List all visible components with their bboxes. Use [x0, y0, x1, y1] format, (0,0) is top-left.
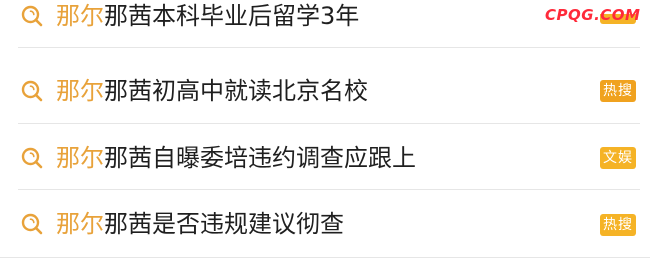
- suggestion-rest: 那茜自曝委培违约调查应跟上: [104, 144, 416, 172]
- search-icon: [21, 147, 43, 169]
- search-icon: [21, 213, 43, 235]
- keyword-highlight: 那尔: [56, 2, 104, 30]
- keyword-highlight: 那尔: [56, 210, 104, 238]
- keyword-highlight: 那尔: [56, 144, 104, 172]
- hot-badge: 热搜: [600, 214, 636, 236]
- search-icon: [21, 5, 43, 27]
- search-suggestion-item[interactable]: 那尔那茜自曝委培违约调查应跟上 文娱: [0, 124, 650, 190]
- divider: [0, 257, 650, 258]
- hot-badge: 热搜: [600, 80, 636, 102]
- suggestion-rest: 那茜本科毕业后留学3年: [104, 2, 360, 30]
- search-suggestion-item[interactable]: 那尔那茜是否违规建议彻查 热搜: [0, 190, 650, 258]
- entertainment-badge: 文娱: [600, 147, 636, 169]
- suggestion-text: 那尔那茜是否违规建议彻查: [56, 212, 344, 236]
- search-suggestion-list: 那尔那茜本科毕业后留学3年 那尔那茜初高中就读北京名校 热搜 那尔那茜自曝委培违…: [0, 0, 650, 260]
- search-icon: [21, 80, 43, 102]
- site-watermark: CPQG.COM: [545, 6, 641, 24]
- suggestion-text: 那尔那茜本科毕业后留学3年: [56, 4, 359, 28]
- suggestion-text: 那尔那茜初高中就读北京名校: [56, 79, 368, 103]
- suggestion-text: 那尔那茜自曝委培违约调查应跟上: [56, 146, 416, 170]
- suggestion-rest: 那茜是否违规建议彻查: [104, 210, 344, 238]
- divider: [18, 47, 640, 48]
- suggestion-rest: 那茜初高中就读北京名校: [104, 77, 368, 105]
- search-suggestion-item[interactable]: 那尔那茜初高中就读北京名校 热搜: [0, 58, 650, 124]
- keyword-highlight: 那尔: [56, 77, 104, 105]
